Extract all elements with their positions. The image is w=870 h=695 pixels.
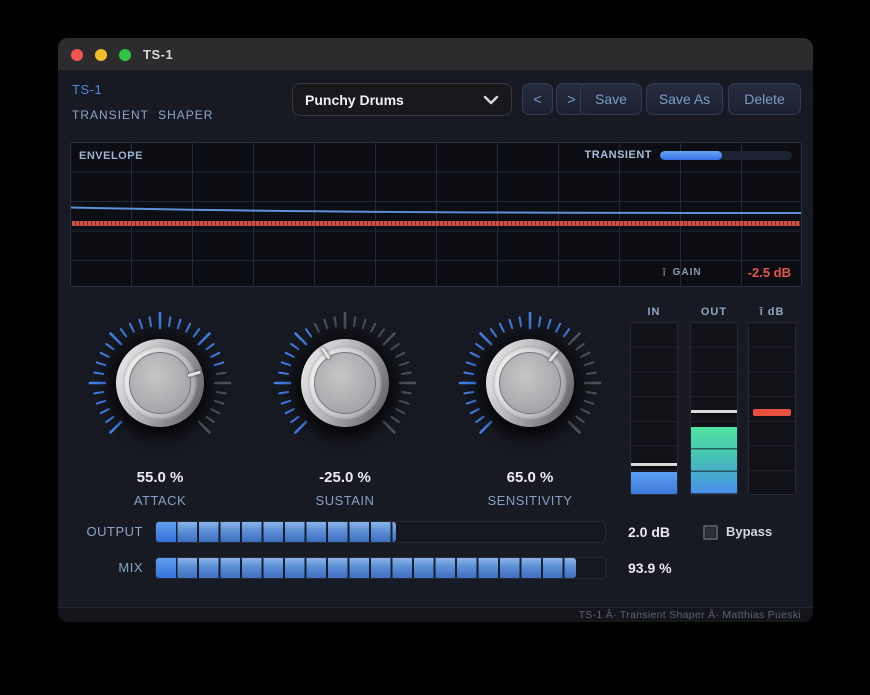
gain-value[interactable]: -2.5 dB [748,265,791,280]
sustain-knob-body[interactable] [301,339,389,427]
close-window-button[interactable] [71,49,83,61]
in-level-meter [630,322,678,495]
gain-reduction-marker [753,409,791,416]
gain-label: GAIN [673,267,702,278]
output-slider-fill [156,522,396,542]
app-name: TS-1 [72,82,102,97]
knob-pointer [548,350,559,362]
preset-prev-button[interactable]: < [522,83,553,115]
chevron-down-icon [483,95,499,105]
footer-credit: TS-1 Â· Transient Shaper Â· Matthias Pue… [58,607,813,622]
knob-pointer [188,370,201,376]
title-bar: TS-1 [58,38,813,71]
transient-control: TRANSIENT [585,149,792,161]
bypass-label: Bypass [726,521,772,543]
mix-label: MIX [58,557,143,579]
save-as-label: Save As [647,84,722,114]
save-button[interactable]: Save [580,83,642,115]
sensitivity-knob-body[interactable] [486,339,574,427]
mix-value: 93.9 % [628,557,718,579]
attack-knob[interactable] [85,308,235,458]
mix-slider[interactable] [155,557,606,579]
in-meter-label: IN [630,306,678,318]
output-slider[interactable] [155,521,606,543]
out-meter-peak-line [691,410,737,413]
preset-selected-value: Punchy Drums [305,92,483,108]
mix-slider-fill [156,558,576,578]
output-label: OUTPUT [58,521,143,543]
out-meter-label: OUT [690,306,738,318]
gain-arrow-icon: î [663,267,666,279]
out-level-meter [690,322,738,495]
knob-pointer [320,347,330,359]
window-title: TS-1 [143,38,173,71]
in-meter-fill [631,472,677,494]
bypass-checkbox[interactable] [703,525,718,540]
preset-select[interactable]: Punchy Drums [292,83,512,116]
transient-slider-fill [660,151,722,160]
preset-prev-label: < [523,84,552,114]
envelope-display: ENVELOPE TRANSIENT î GAIN -2.5 dB [70,142,802,287]
delete-label: Delete [729,84,800,114]
sustain-value: -25.0 % [270,469,420,486]
gain-db-meter-label: î dB [748,306,796,318]
attack-label: ATTACK [85,493,235,508]
gain-readout: î GAIN -2.5 dB [663,265,791,280]
sensitivity-knob[interactable] [455,308,605,458]
sensitivity-value: 65.0 % [455,469,605,486]
plugin-window: TS-1 TS-1 TRANSIENT SHAPER Punchy Drums … [58,38,813,622]
save-label: Save [581,84,641,114]
transient-label: TRANSIENT [585,149,652,161]
attack-knob-body[interactable] [116,339,204,427]
envelope-label: ENVELOPE [79,150,143,162]
attack-value: 55.0 % [85,469,235,486]
delete-button[interactable]: Delete [728,83,801,115]
transient-slider[interactable] [660,151,792,160]
sustain-label: SUSTAIN [270,493,420,508]
sustain-knob[interactable] [270,308,420,458]
gain-reduction-meter [748,322,796,495]
out-meter-fill [691,427,737,494]
sensitivity-label: SENSITIVITY [455,493,605,508]
minimize-window-button[interactable] [95,49,107,61]
app-subtitle: TRANSIENT SHAPER [72,108,213,122]
zoom-window-button[interactable] [119,49,131,61]
in-meter-peak-line [631,463,677,466]
gain-reduction-trace [72,221,800,226]
save-as-button[interactable]: Save As [646,83,723,115]
